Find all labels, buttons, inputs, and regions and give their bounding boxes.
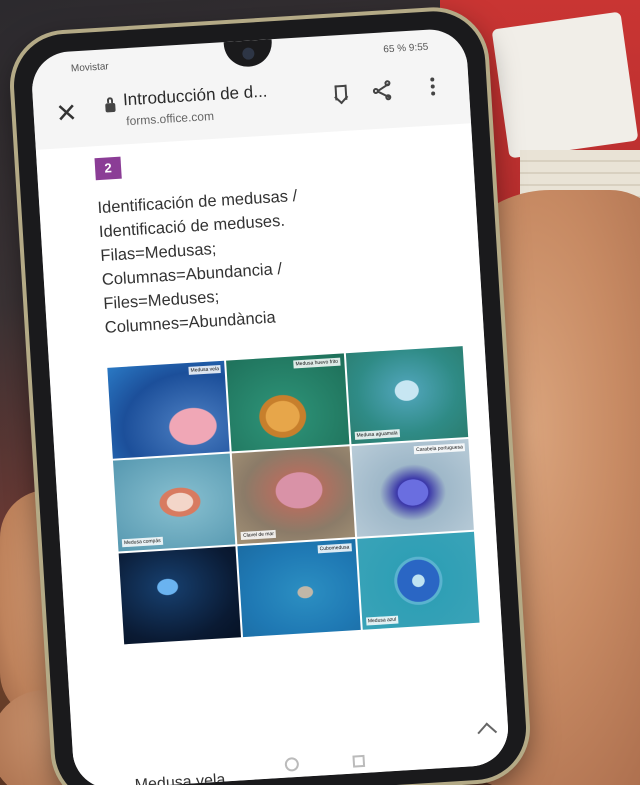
tile-label: Cubomedusa bbox=[317, 543, 352, 554]
tile-label: Medusa aguamala bbox=[354, 429, 400, 440]
tile-label: Medusa vela bbox=[188, 364, 222, 375]
jellyfish-tile: Cubomedusa bbox=[237, 539, 361, 638]
background-white-object bbox=[491, 11, 639, 159]
phone-screen: Movistar 65 % 9:55 ✕ Introducción de d..… bbox=[30, 27, 511, 785]
status-right: 65 % 9:55 bbox=[383, 41, 429, 56]
jellyfish-tile: Medusa compás bbox=[112, 453, 236, 552]
page-title: Introducción de d... bbox=[122, 81, 268, 110]
phone: Movistar 65 % 9:55 ✕ Introducción de d..… bbox=[10, 8, 530, 785]
question-text: Identificación de medusas / Identificaci… bbox=[97, 178, 405, 340]
home-icon[interactable] bbox=[284, 756, 300, 772]
question-number-badge: 2 bbox=[94, 156, 122, 181]
tile-label: Clavel de mar bbox=[240, 529, 277, 540]
recent-apps-icon[interactable] bbox=[352, 754, 366, 768]
jellyfish-image-grid: Medusa vela Medusa huevo frito Medusa ag… bbox=[107, 346, 486, 738]
jellyfish-tile: Medusa vela bbox=[107, 360, 230, 459]
close-icon[interactable]: ✕ bbox=[55, 97, 79, 128]
jellyfish-tile: Medusa aguamala bbox=[345, 346, 469, 445]
tile-label: Carabela portuguesa bbox=[413, 443, 466, 455]
photo-scene: Movistar 65 % 9:55 ✕ Introducción de d..… bbox=[0, 0, 640, 785]
tile-label: Medusa compás bbox=[121, 536, 163, 548]
jellyfish-tile: Medusa azul bbox=[356, 531, 480, 630]
more-vert-icon[interactable] bbox=[430, 77, 436, 98]
bookmark-icon[interactable] bbox=[334, 84, 348, 101]
form-content: 2 Identificación de medusas / Identifica… bbox=[35, 123, 511, 785]
tile-label: Medusa azul bbox=[365, 615, 399, 626]
jellyfish-tile bbox=[118, 546, 242, 645]
tile-label: Medusa huevo frito bbox=[293, 357, 341, 369]
lock-icon bbox=[105, 102, 116, 113]
jellyfish-tile: Clavel de mar bbox=[232, 446, 355, 545]
page-domain: forms.office.com bbox=[125, 108, 215, 129]
jellyfish-tile: Medusa huevo frito bbox=[226, 353, 350, 452]
carrier-label: Movistar bbox=[70, 61, 110, 75]
jellyfish-tile: Carabela portuguesa bbox=[351, 438, 474, 537]
system-nav-bar bbox=[73, 738, 510, 785]
share-icon[interactable] bbox=[372, 80, 393, 101]
